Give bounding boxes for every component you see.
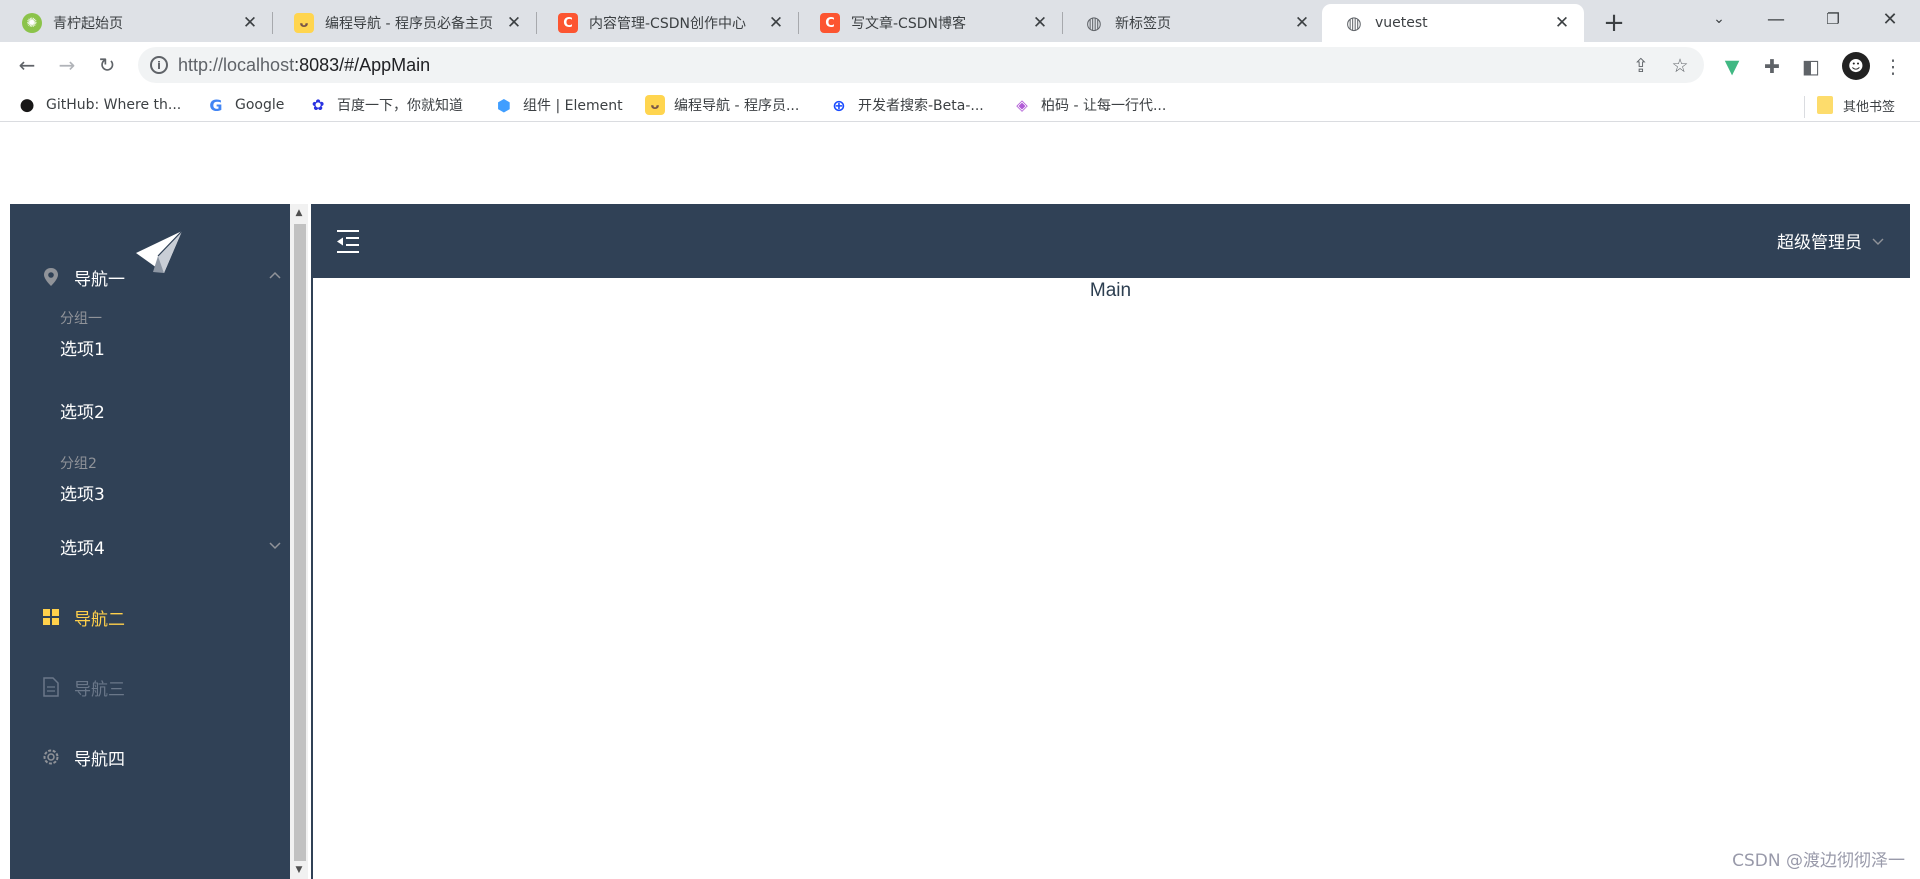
new-tab-button[interactable]: + — [1597, 6, 1631, 40]
element-icon: ⬢ — [497, 95, 511, 115]
grid-icon — [40, 606, 62, 628]
sidebar-nav4[interactable]: 导航四 — [10, 729, 290, 785]
browser-toolbar: ← → ↻ i http://localhost:8083/#/AppMain … — [0, 42, 1920, 88]
browser-tab-active[interactable]: ◍ vuetest ✕ — [1322, 4, 1584, 42]
globe-icon: ◍ — [1346, 12, 1362, 34]
app-container: 导航一 分组一 选项1 选项2 分组2 选项3 选项4 导航二 导航三 导航四 … — [10, 204, 1910, 879]
minimize-icon[interactable]: — — [1748, 0, 1804, 38]
browser-tab[interactable]: C 写文章-CSDN博客 ✕ — [798, 4, 1062, 42]
reload-icon[interactable]: ↻ — [92, 50, 122, 80]
more-icon[interactable]: ⋮ — [1882, 56, 1904, 78]
csdn-icon: C — [820, 13, 840, 33]
lime-icon: ✺ — [22, 13, 42, 33]
bookmark-item[interactable]: ◈ 柏码 - 让每一行代... — [1012, 94, 1166, 116]
baidu-icon: ✿ — [311, 96, 325, 114]
close-icon[interactable]: ✕ — [504, 13, 524, 33]
avatar[interactable]: ☻ — [1842, 52, 1870, 80]
bookmark-separator — [1804, 96, 1805, 118]
url-text[interactable]: http://localhost:8083/#/AppMain — [178, 55, 430, 76]
sidebar-nav3[interactable]: 导航三 — [10, 659, 290, 715]
bookmark-item[interactable]: ✿ 百度一下，你就知道 — [308, 94, 463, 116]
diamond-icon: ◈ — [1016, 96, 1028, 114]
share-icon[interactable]: ⇪ — [1631, 55, 1651, 77]
sidebar-option-1[interactable]: 选项1 — [60, 335, 105, 360]
bookmark-item[interactable]: ● GitHub: Where th... — [17, 94, 182, 116]
close-icon[interactable]: ✕ — [1292, 13, 1312, 33]
search-icon: ⊕ — [832, 95, 846, 115]
sidebar-option-2[interactable]: 选项2 — [60, 398, 105, 423]
menu-group-title: 分组2 — [60, 456, 97, 472]
sidebar-nav1[interactable]: 导航一 — [10, 249, 290, 305]
gear-icon — [40, 746, 62, 768]
bookmark-item[interactable]: ⬢ 组件 | Element — [494, 94, 623, 116]
main-divider — [311, 278, 313, 879]
scroll-up-icon[interactable]: ▲ — [294, 208, 304, 218]
restore-icon[interactable]: ❐ — [1805, 0, 1861, 38]
forward-icon[interactable]: → — [52, 50, 82, 80]
chevron-down-icon — [269, 542, 281, 550]
close-icon[interactable]: ✕ — [240, 13, 260, 33]
sidebar-nav2[interactable]: 导航二 — [10, 589, 290, 645]
scroll-down-icon[interactable]: ▼ — [294, 865, 304, 875]
close-icon[interactable]: ✕ — [1030, 13, 1050, 33]
bookmark-item[interactable]: ᴗ 编程导航 - 程序员... — [645, 94, 799, 116]
google-icon: G — [209, 95, 223, 115]
window-close-icon[interactable]: ✕ — [1862, 0, 1918, 38]
scroll-thumb[interactable] — [294, 224, 306, 861]
github-icon: ● — [19, 95, 35, 115]
bookmark-item[interactable]: ⊕ 开发者搜索-Beta-... — [829, 94, 983, 116]
browser-tab[interactable]: ᴗ 编程导航 - 程序员必备主页 ✕ — [272, 4, 536, 42]
user-dropdown[interactable]: 超级管理员 — [1777, 228, 1884, 253]
csdn-icon: C — [558, 13, 578, 33]
chevron-down-icon — [1872, 238, 1884, 245]
bookmark-item[interactable]: G Google — [206, 94, 284, 116]
browser-tab[interactable]: ◍ 新标签页 ✕ — [1062, 4, 1324, 42]
tab-search-icon[interactable]: ⌄ — [1691, 0, 1747, 38]
browser-tabstrip: ✺ 青柠起始页 ✕ ᴗ 编程导航 - 程序员必备主页 ✕ C 内容管理-CSDN… — [0, 0, 1920, 42]
info-icon[interactable]: i — [150, 56, 168, 74]
star-icon[interactable]: ☆ — [1670, 55, 1690, 77]
browser-tab[interactable]: ✺ 青柠起始页 ✕ — [0, 4, 272, 42]
bookmarks-bar: ● GitHub: Where th... G Google ✿ 百度一下，你就… — [0, 88, 1920, 122]
address-bar[interactable]: i http://localhost:8083/#/AppMain ⇪ ☆ — [138, 47, 1704, 83]
close-icon[interactable]: ✕ — [766, 13, 786, 33]
menu-group-title: 分组一 — [60, 311, 102, 327]
document-icon — [40, 676, 62, 698]
duck-icon: ᴗ — [294, 13, 314, 33]
extensions-icon[interactable]: ✚ — [1761, 56, 1783, 78]
duck-icon: ᴗ — [645, 95, 665, 115]
sidebar-option-4[interactable]: 选项4 — [10, 518, 290, 574]
collapse-menu-icon[interactable] — [335, 228, 361, 254]
other-bookmarks[interactable]: 其他书签 — [1817, 94, 1895, 116]
app-header: 超级管理员 — [311, 204, 1910, 278]
back-icon[interactable]: ← — [12, 50, 42, 80]
side-panel-icon[interactable]: ◧ — [1800, 56, 1822, 78]
sidebar-option-3[interactable]: 选项3 — [60, 480, 105, 505]
folder-icon — [1817, 96, 1833, 114]
sidebar-scrollbar[interactable]: ▲ ▼ — [290, 204, 308, 879]
sidebar: 导航一 分组一 选项1 选项2 分组2 选项3 选项4 导航二 导航三 导航四 — [10, 204, 290, 879]
watermark: CSDN @渡边彻彻泽一 — [1732, 851, 1905, 871]
close-icon[interactable]: ✕ — [1552, 13, 1572, 33]
location-icon — [40, 266, 62, 288]
globe-icon: ◍ — [1086, 12, 1102, 34]
main-content-text: Main — [1089, 280, 1132, 301]
vue-devtools-icon[interactable]: ▼ — [1721, 56, 1743, 78]
chevron-up-icon — [269, 271, 281, 279]
browser-tab[interactable]: C 内容管理-CSDN创作中心 ✕ — [536, 4, 798, 42]
